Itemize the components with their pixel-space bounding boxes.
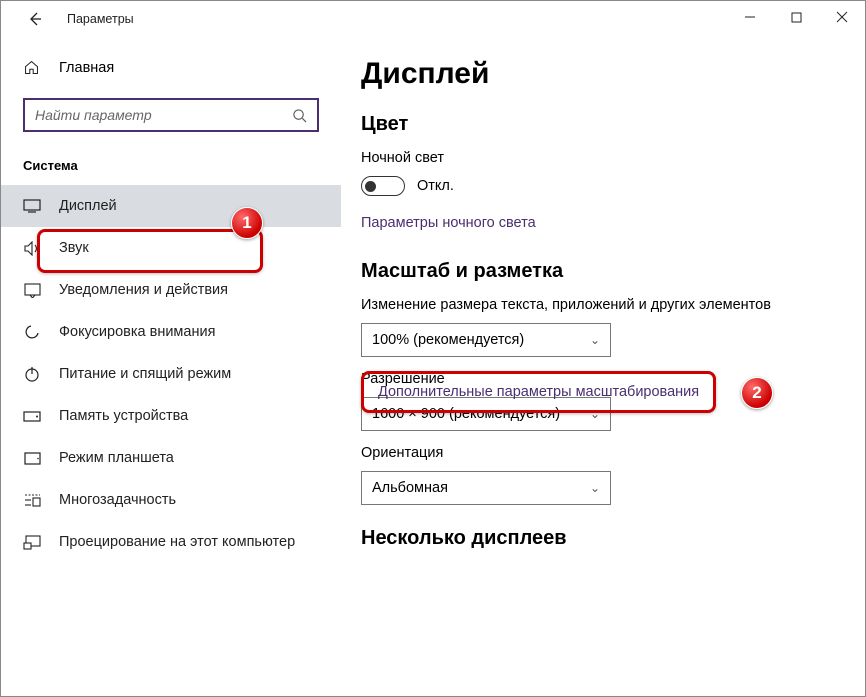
sidebar-item-label: Многозадачность — [59, 492, 176, 508]
sidebar-group-title: Система — [1, 154, 341, 185]
section-color: Цвет — [361, 113, 825, 136]
sidebar-item-multitask[interactable]: Многозадачность — [1, 479, 341, 521]
home-link[interactable]: Главная — [1, 51, 341, 84]
chevron-down-icon: ⌄ — [590, 481, 600, 495]
projection-icon — [23, 535, 41, 550]
sidebar-item-notifications[interactable]: Уведомления и действия — [1, 269, 341, 311]
sidebar-item-storage[interactable]: Память устройства — [1, 395, 341, 437]
window-controls — [727, 1, 865, 33]
search-input[interactable] — [23, 98, 319, 132]
toggle-state: Откл. — [417, 178, 454, 194]
sidebar-item-label: Звук — [59, 240, 89, 256]
sidebar-item-sound[interactable]: Звук — [1, 227, 341, 269]
sidebar-item-power[interactable]: Питание и спящий режим — [1, 353, 341, 395]
annotation-badge-1: 1 — [231, 207, 263, 239]
night-light-label: Ночной свет — [361, 150, 825, 166]
sidebar-item-label: Дисплей — [59, 198, 117, 214]
sidebar: Главная Система Дисплей Звук Уведомления… — [1, 37, 341, 696]
storage-icon — [23, 411, 41, 422]
sidebar-item-label: Уведомления и действия — [59, 282, 228, 298]
notifications-icon — [23, 283, 41, 298]
sidebar-item-label: Фокусировка внимания — [59, 324, 215, 340]
sidebar-item-tablet[interactable]: Режим планшета — [1, 437, 341, 479]
maximize-button[interactable] — [773, 1, 819, 33]
power-icon — [23, 366, 41, 382]
night-light-toggle[interactable] — [361, 176, 405, 196]
focus-icon — [23, 324, 41, 340]
sidebar-item-focus[interactable]: Фокусировка внимания — [1, 311, 341, 353]
dropdown-value: Альбомная — [372, 480, 448, 496]
orientation-label: Ориентация — [361, 445, 825, 461]
window-title: Параметры — [67, 12, 134, 26]
sidebar-item-label: Питание и спящий режим — [59, 366, 231, 382]
sidebar-item-projection[interactable]: Проецирование на этот компьютер — [1, 521, 341, 563]
sidebar-item-label: Режим планшета — [59, 450, 174, 466]
page-title: Дисплей — [361, 57, 825, 91]
display-icon — [23, 199, 41, 213]
advanced-scale-link[interactable]: Дополнительные параметры масштабирования — [378, 384, 699, 400]
scale-label: Изменение размера текста, приложений и д… — [361, 297, 825, 313]
scale-dropdown[interactable]: 100% (рекомендуется) ⌄ — [361, 323, 611, 357]
search-field[interactable] — [35, 107, 292, 123]
dropdown-value: 100% (рекомендуется) — [372, 332, 524, 348]
night-light-settings-link[interactable]: Параметры ночного света — [361, 215, 536, 231]
tablet-icon — [23, 452, 41, 465]
section-multi: Несколько дисплеев — [361, 527, 825, 550]
back-button[interactable] — [19, 3, 51, 35]
section-scale: Масштаб и разметка — [361, 260, 825, 283]
content-area: Дисплей Цвет Ночной свет Откл. Параметры… — [341, 37, 865, 696]
home-label: Главная — [59, 60, 114, 76]
minimize-button[interactable] — [727, 1, 773, 33]
sidebar-item-display[interactable]: Дисплей — [1, 185, 341, 227]
chevron-down-icon: ⌄ — [590, 333, 600, 347]
orientation-dropdown[interactable]: Альбомная ⌄ — [361, 471, 611, 505]
sidebar-item-label: Память устройства — [59, 408, 188, 424]
close-button[interactable] — [819, 1, 865, 33]
sidebar-item-label: Проецирование на этот компьютер — [59, 534, 295, 550]
annotation-badge-2: 2 — [741, 377, 773, 409]
sound-icon — [23, 241, 41, 256]
search-icon — [292, 108, 307, 123]
home-icon — [23, 59, 41, 76]
titlebar: Параметры — [1, 1, 865, 37]
callout-2: Дополнительные параметры масштабирования — [361, 371, 716, 413]
multitask-icon — [23, 493, 41, 508]
